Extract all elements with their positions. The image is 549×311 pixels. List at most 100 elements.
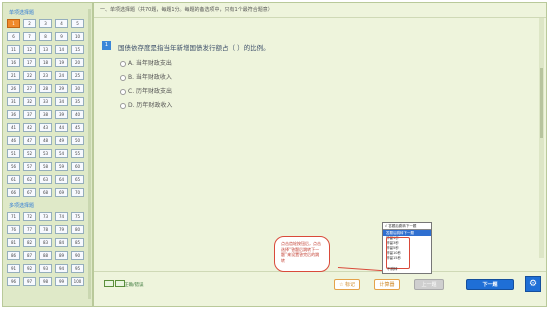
question-cell[interactable]: 48 [39,136,52,145]
question-cell[interactable]: 2 [23,19,36,28]
question-cell[interactable]: 22 [23,71,36,80]
question-cell[interactable]: 15 [71,45,84,54]
question-cell[interactable]: 16 [7,58,20,67]
question-cell[interactable]: 5 [71,19,84,28]
question-cell[interactable]: 4 [55,19,68,28]
question-cell[interactable]: 76 [7,225,20,234]
question-cell[interactable]: 55 [71,149,84,158]
gear-icon[interactable]: ⚙ [525,276,541,292]
question-cell[interactable]: 38 [39,110,52,119]
dropdown-header[interactable]: √ 答题后跳转下一题 [383,223,431,230]
question-cell[interactable]: 28 [39,84,52,93]
question-cell[interactable]: 56 [7,162,20,171]
question-cell[interactable]: 31 [7,97,20,106]
question-cell[interactable]: 10 [71,32,84,41]
option-d[interactable]: D. 历年财政收入 [120,100,172,109]
question-cell[interactable]: 80 [71,225,84,234]
question-cell[interactable]: 8 [39,32,52,41]
prev-button[interactable]: 上一题 [414,279,444,290]
question-cell[interactable]: 91 [7,264,20,273]
question-cell[interactable]: 61 [7,175,20,184]
question-cell[interactable]: 24 [55,71,68,80]
question-cell[interactable]: 34 [55,97,68,106]
question-cell[interactable]: 73 [39,212,52,221]
question-cell[interactable]: 57 [23,162,36,171]
question-cell[interactable]: 25 [71,71,84,80]
question-cell[interactable]: 14 [55,45,68,54]
question-cell[interactable]: 99 [55,277,68,286]
question-cell[interactable]: 23 [39,71,52,80]
question-cell[interactable]: 27 [23,84,36,93]
calculator-button[interactable]: 计算器 [374,279,400,290]
question-cell[interactable]: 3 [39,19,52,28]
question-cell[interactable]: 44 [55,123,68,132]
question-cell[interactable]: 94 [55,264,68,273]
question-cell[interactable]: 88 [39,251,52,260]
question-cell[interactable]: 87 [23,251,36,260]
question-cell[interactable]: 67 [23,188,36,197]
scrollbar-thumb[interactable] [540,68,543,138]
question-cell[interactable]: 6 [7,32,20,41]
question-cell[interactable]: 9 [55,32,68,41]
question-cell[interactable]: 40 [71,110,84,119]
question-cell[interactable]: 35 [71,97,84,106]
question-cell[interactable]: 58 [39,162,52,171]
question-cell[interactable]: 33 [39,97,52,106]
question-cell[interactable]: 11 [7,45,20,54]
question-cell[interactable]: 70 [71,188,84,197]
question-cell[interactable]: 66 [7,188,20,197]
question-cell[interactable]: 26 [7,84,20,93]
question-cell[interactable]: 95 [71,264,84,273]
radio-icon[interactable] [120,74,126,81]
next-button[interactable]: 下一题 [466,279,514,290]
question-cell[interactable]: 77 [23,225,36,234]
question-cell[interactable]: 85 [71,238,84,247]
question-cell[interactable]: 50 [71,136,84,145]
question-cell[interactable]: 18 [39,58,52,67]
question-cell[interactable]: 45 [71,123,84,132]
question-cell[interactable]: 51 [7,149,20,158]
radio-icon[interactable] [120,102,126,109]
question-cell[interactable]: 39 [55,110,68,119]
question-cell[interactable]: 20 [71,58,84,67]
question-cell[interactable]: 96 [7,277,20,286]
question-cell[interactable]: 97 [23,277,36,286]
question-scrollbar[interactable] [539,18,544,258]
question-cell[interactable]: 42 [23,123,36,132]
question-cell[interactable]: 59 [55,162,68,171]
question-cell[interactable]: 54 [55,149,68,158]
question-cell[interactable]: 75 [71,212,84,221]
mark-button[interactable]: ☆ 标记 [334,279,360,290]
question-cell[interactable]: 64 [55,175,68,184]
question-cell[interactable]: 49 [55,136,68,145]
question-cell[interactable]: 46 [7,136,20,145]
question-cell[interactable]: 60 [71,162,84,171]
jump-settings-dropdown[interactable]: √ 答题后跳转下一题 答题后跳转下一题 停留1秒 停留3秒 停留5秒 停留10秒… [382,222,432,274]
question-cell[interactable]: 89 [55,251,68,260]
question-cell[interactable]: 1 [7,19,20,28]
option-c[interactable]: C. 历年财政支出 [120,86,172,95]
question-cell[interactable]: 84 [55,238,68,247]
question-cell[interactable]: 92 [23,264,36,273]
question-cell[interactable]: 83 [39,238,52,247]
question-cell[interactable]: 90 [71,251,84,260]
question-cell[interactable]: 52 [23,149,36,158]
radio-icon[interactable] [120,60,126,67]
question-cell[interactable]: 19 [55,58,68,67]
option-b[interactable]: B. 当年财政收入 [120,72,172,81]
question-cell[interactable]: 29 [55,84,68,93]
question-cell[interactable]: 72 [23,212,36,221]
question-cell[interactable]: 93 [39,264,52,273]
question-cell[interactable]: 79 [55,225,68,234]
question-cell[interactable]: 65 [71,175,84,184]
question-cell[interactable]: 7 [23,32,36,41]
question-cell[interactable]: 30 [71,84,84,93]
question-cell[interactable]: 41 [7,123,20,132]
question-cell[interactable]: 32 [23,97,36,106]
question-cell[interactable]: 12 [23,45,36,54]
navigator-scrollbar[interactable] [88,9,91,299]
question-cell[interactable]: 62 [23,175,36,184]
question-cell[interactable]: 17 [23,58,36,67]
question-cell[interactable]: 13 [39,45,52,54]
question-cell[interactable]: 69 [55,188,68,197]
